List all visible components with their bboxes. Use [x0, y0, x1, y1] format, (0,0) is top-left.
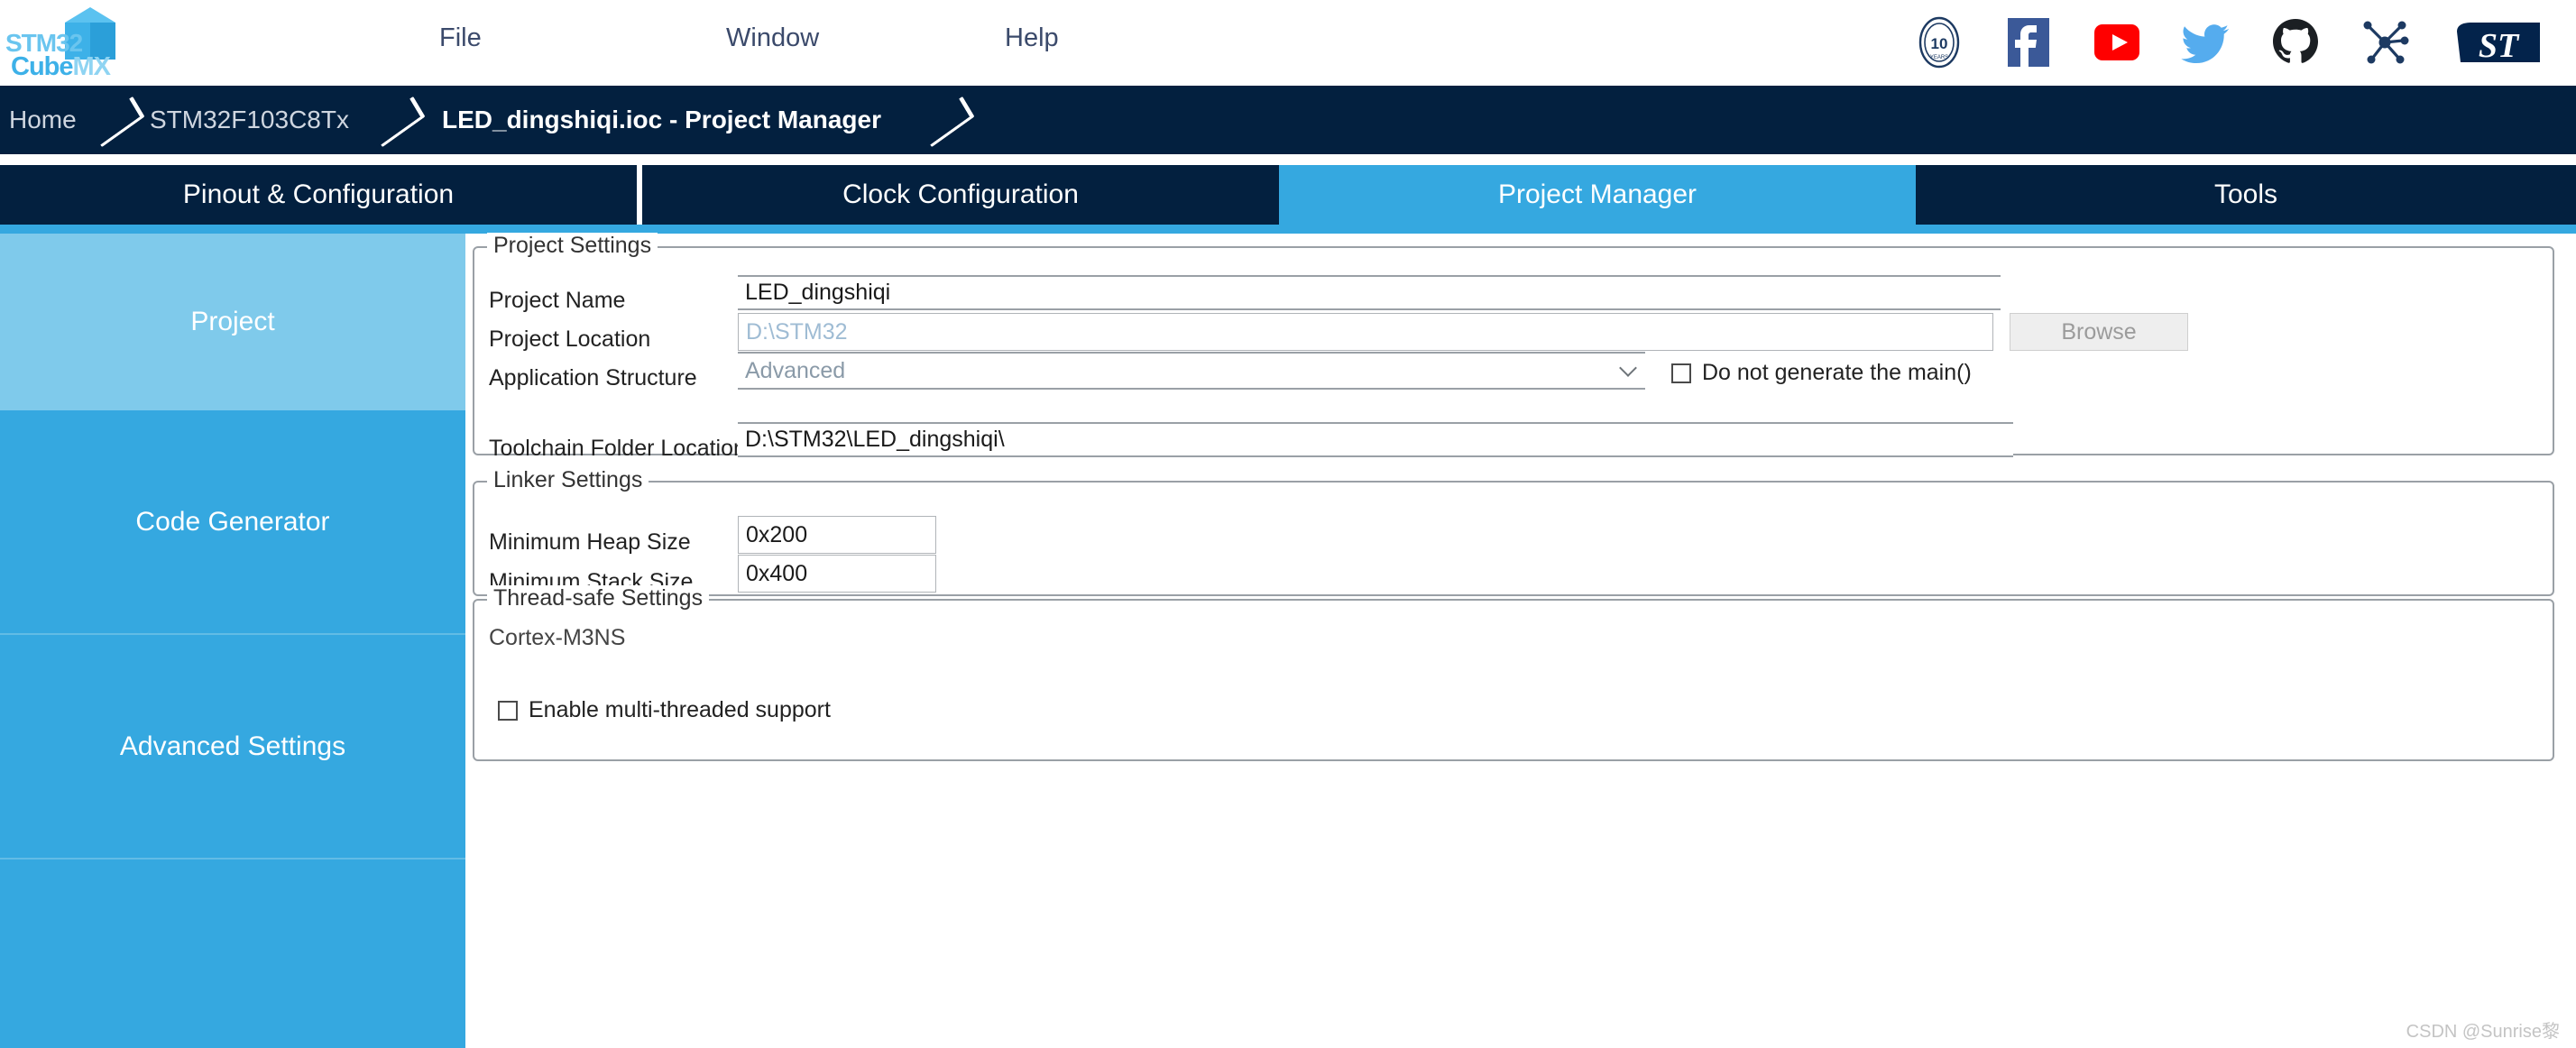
project-manager-content: Project Settings Project Name Project Lo… [465, 234, 2576, 1048]
svg-text:YEARS: YEARS [1930, 55, 1948, 60]
network-share-icon[interactable] [2354, 12, 2415, 73]
thread-safe-settings-legend: Thread-safe Settings [487, 585, 709, 611]
thread-safe-settings-group: Thread-safe Settings [473, 599, 2554, 761]
minimum-stack-size-input[interactable] [738, 555, 936, 593]
main-tab-bar: Pinout & Configuration Clock Configurati… [0, 165, 2576, 225]
toolchain-folder-location-input[interactable] [738, 422, 2013, 457]
enable-multithreaded-support-checkbox[interactable]: Enable multi-threaded support [498, 697, 831, 723]
breadcrumb-item-home[interactable]: Home [9, 86, 77, 154]
toolchain-folder-location-label: Toolchain Folder Location [489, 436, 746, 462]
minimum-heap-size-label: Minimum Heap Size [489, 529, 691, 556]
sidebar-item-project[interactable]: Project [0, 234, 465, 410]
logo-line-2: CubeMX [11, 54, 110, 80]
chevron-right-icon-3 [927, 91, 965, 149]
breadcrumb-item-file[interactable]: LED_dingshiqi.ioc - Project Manager [442, 86, 881, 154]
do-not-generate-main-checkbox[interactable]: Do not generate the main() [1671, 360, 1972, 386]
tab-clock-configuration[interactable]: Clock Configuration [642, 165, 1279, 225]
application-structure-label: Application Structure [489, 365, 697, 391]
twitter-icon[interactable] [2176, 12, 2237, 73]
github-icon[interactable] [2265, 12, 2326, 73]
application-structure-value: Advanced [745, 358, 845, 384]
menu-item-window[interactable]: Window [726, 23, 819, 53]
tab-tools[interactable]: Tools [1916, 165, 2576, 225]
chevron-right-icon-1 [97, 91, 135, 149]
project-location-label: Project Location [489, 326, 650, 353]
project-settings-legend: Project Settings [487, 233, 658, 259]
tab-project-manager[interactable]: Project Manager [1279, 165, 1916, 225]
sidebar-item-code-generator[interactable]: Code Generator [0, 410, 465, 634]
checkbox-box[interactable] [498, 701, 518, 721]
stm32cubemx-window: STM32 CubeMX File Window Help 10 YEARS [0, 0, 2576, 1048]
stm32cubemx-logo: STM32 CubeMX [5, 4, 123, 83]
browse-button[interactable]: Browse [2010, 313, 2188, 351]
logo-mx-text: MX [73, 52, 111, 81]
youtube-icon[interactable] [2086, 12, 2148, 73]
svg-text:ST: ST [2479, 27, 2520, 65]
application-structure-select[interactable]: Advanced [738, 352, 1645, 390]
chevron-down-icon [1619, 359, 1637, 377]
tab-underline [0, 225, 2576, 234]
anniversary-10-years-icon[interactable]: 10 YEARS [1909, 12, 1970, 73]
logo-cube-text: Cube [11, 52, 73, 81]
project-name-input[interactable] [738, 275, 2001, 310]
chevron-right-icon-2 [378, 91, 416, 149]
project-manager-sidebar: Project Code Generator Advanced Settings [0, 234, 465, 1048]
tab-pinout-configuration[interactable]: Pinout & Configuration [0, 165, 637, 225]
sidebar-item-advanced-settings[interactable]: Advanced Settings [0, 635, 465, 859]
minimum-heap-size-input[interactable] [738, 516, 936, 554]
menu-bar: STM32 CubeMX File Window Help 10 YEARS [0, 0, 2576, 86]
do-not-generate-main-label: Do not generate the main() [1702, 360, 1972, 386]
cortex-core-label: Cortex-M3NS [489, 625, 625, 651]
menu-item-help[interactable]: Help [1005, 23, 1059, 53]
menu-item-file[interactable]: File [439, 23, 482, 53]
svg-text:10: 10 [1931, 35, 1948, 52]
watermark: CSDN @Sunrise黎 [2406, 1016, 2560, 1043]
breadcrumb-item-device[interactable]: STM32F103C8Tx [150, 86, 349, 154]
project-location-input[interactable] [738, 313, 1993, 351]
enable-multithreaded-support-label: Enable multi-threaded support [529, 697, 831, 723]
linker-settings-legend: Linker Settings [487, 467, 649, 493]
checkbox-box[interactable] [1671, 363, 1691, 383]
facebook-icon[interactable] [1998, 12, 2059, 73]
project-name-label: Project Name [489, 288, 625, 314]
sidebar-item-extra[interactable] [0, 860, 465, 1048]
st-logo-icon[interactable]: ST [2444, 12, 2553, 73]
breadcrumb: Home STM32F103C8Tx LED_dingshiqi.ioc - P… [0, 86, 2576, 154]
